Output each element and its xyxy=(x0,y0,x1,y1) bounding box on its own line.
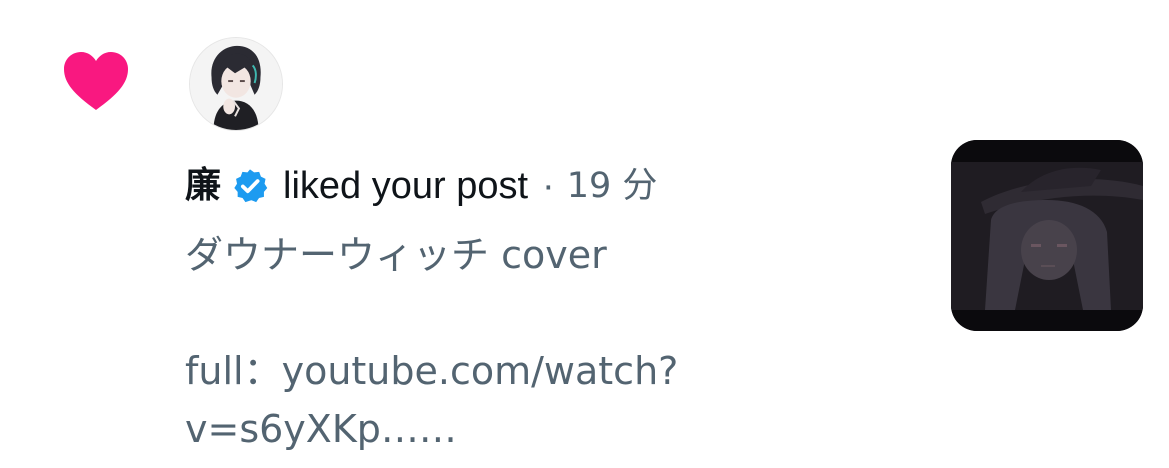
timestamp: 19 分 xyxy=(566,166,658,206)
heart-icon xyxy=(62,50,130,112)
separator-dot: · xyxy=(542,165,555,207)
like-notification[interactable]: 廉 liked your post · 19 分 ダウナーウィッチ cover … xyxy=(0,0,1169,468)
action-text: liked your post xyxy=(283,165,529,207)
notification-headline: 廉 liked your post · 19 分 xyxy=(185,162,657,210)
video-thumbnail[interactable] xyxy=(951,140,1143,331)
user-avatar[interactable] xyxy=(189,37,283,131)
username[interactable]: 廉 xyxy=(185,162,221,210)
verified-badge-icon xyxy=(231,167,269,205)
post-text[interactable]: ダウナーウィッチ cover full：youtube.com/watch? v… xyxy=(185,226,885,458)
